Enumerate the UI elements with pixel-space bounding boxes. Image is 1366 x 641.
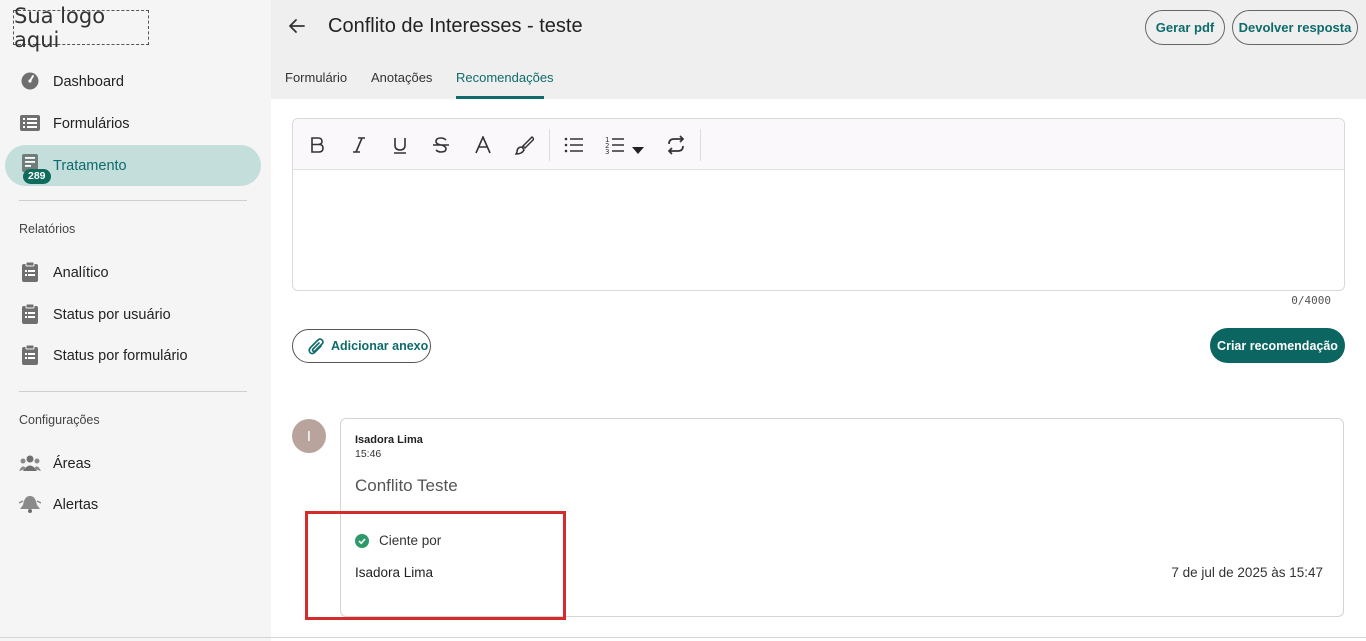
italic-icon[interactable] xyxy=(345,131,373,159)
sidebar-item-status-usuario[interactable]: Status por usuário xyxy=(5,294,261,335)
toolbar-separator xyxy=(549,129,550,161)
clipboard-icon xyxy=(19,304,41,324)
add-attachment-label: Adicionar anexo xyxy=(331,339,429,353)
sidebar-item-label: Tratamento xyxy=(53,157,127,174)
acknowledged-date: 7 de jul de 2025 às 15:47 xyxy=(1171,565,1323,580)
sidebar-item-label: Status por formulário xyxy=(53,347,188,364)
bullet-list-icon[interactable] xyxy=(560,131,588,159)
sidebar-item-label: Analítico xyxy=(53,264,109,281)
chevron-down-icon[interactable] xyxy=(630,137,646,165)
section-title-configuracoes: Configurações xyxy=(19,413,100,427)
active-tab-indicator xyxy=(456,96,544,99)
header: Conflito de Interesses - teste Gerar pdf… xyxy=(271,0,1366,99)
svg-text:3: 3 xyxy=(605,148,609,155)
highlight-box xyxy=(305,511,566,620)
divider xyxy=(0,637,1366,638)
numbered-list-icon[interactable]: 123 xyxy=(601,131,629,159)
strikethrough-icon[interactable] xyxy=(427,131,455,159)
create-recommendation-button[interactable]: Criar recomendação xyxy=(1210,328,1345,363)
divider xyxy=(19,391,247,392)
bold-icon[interactable] xyxy=(303,131,331,159)
gauge-icon xyxy=(19,71,41,91)
divider xyxy=(19,200,247,201)
section-title-relatorios: Relatórios xyxy=(19,222,76,236)
comment-author: Isadora Lima xyxy=(355,434,423,446)
sidebar-item-alertas[interactable]: Alertas xyxy=(5,484,261,525)
paperclip-icon xyxy=(307,337,325,362)
brush-icon[interactable] xyxy=(510,131,538,159)
character-counter: 0/4000 xyxy=(1291,294,1331,307)
tab-recomendacoes[interactable]: Recomendações xyxy=(456,70,554,85)
font-color-icon[interactable] xyxy=(469,131,497,159)
tab-formulario[interactable]: Formulário xyxy=(285,70,347,85)
gerar-pdf-button[interactable]: Gerar pdf xyxy=(1145,10,1225,45)
sidebar-item-analitico[interactable]: Analítico xyxy=(5,252,261,293)
sidebar-item-tratamento[interactable]: 289 Tratamento xyxy=(5,145,261,186)
avatar: I xyxy=(292,419,326,453)
sidebar-item-label: Status por usuário xyxy=(53,306,171,323)
rich-text-editor: 123 xyxy=(292,118,1345,291)
back-arrow-icon[interactable] xyxy=(285,14,309,38)
logo: Sua logo aqui xyxy=(13,4,149,52)
sidebar-item-areas[interactable]: Áreas xyxy=(5,443,261,484)
clipboard-icon xyxy=(19,345,41,365)
underline-icon[interactable] xyxy=(386,131,414,159)
sidebar-item-dashboard[interactable]: Dashboard xyxy=(5,61,261,102)
sidebar: Sua logo aqui Dashboard Formulários 289 … xyxy=(0,0,271,641)
sidebar-item-status-formulario[interactable]: Status por formulário xyxy=(5,335,261,376)
list-icon xyxy=(19,113,41,133)
toolbar-separator xyxy=(700,129,701,161)
editor-toolbar: 123 xyxy=(293,119,1344,170)
clipboard-icon xyxy=(19,262,41,282)
editor-content-area[interactable] xyxy=(293,170,1344,290)
sidebar-item-label: Formulários xyxy=(53,115,130,132)
comment-text: Conflito Teste xyxy=(355,476,458,495)
bell-icon xyxy=(19,494,41,514)
people-icon xyxy=(19,453,41,473)
tab-anotacoes[interactable]: Anotações xyxy=(371,70,432,85)
sidebar-item-label: Dashboard xyxy=(53,73,124,90)
add-attachment-button[interactable]: Adicionar anexo xyxy=(292,329,431,363)
comment-time: 15:46 xyxy=(355,448,382,460)
sidebar-item-label: Áreas xyxy=(53,455,91,472)
devolver-resposta-button[interactable]: Devolver resposta xyxy=(1232,10,1358,45)
sidebar-item-label: Alertas xyxy=(53,496,99,513)
page-title: Conflito de Interesses - teste xyxy=(328,15,583,37)
sidebar-item-formularios[interactable]: Formulários xyxy=(5,103,261,144)
repeat-icon[interactable] xyxy=(662,131,690,159)
count-badge: 289 xyxy=(23,169,51,184)
